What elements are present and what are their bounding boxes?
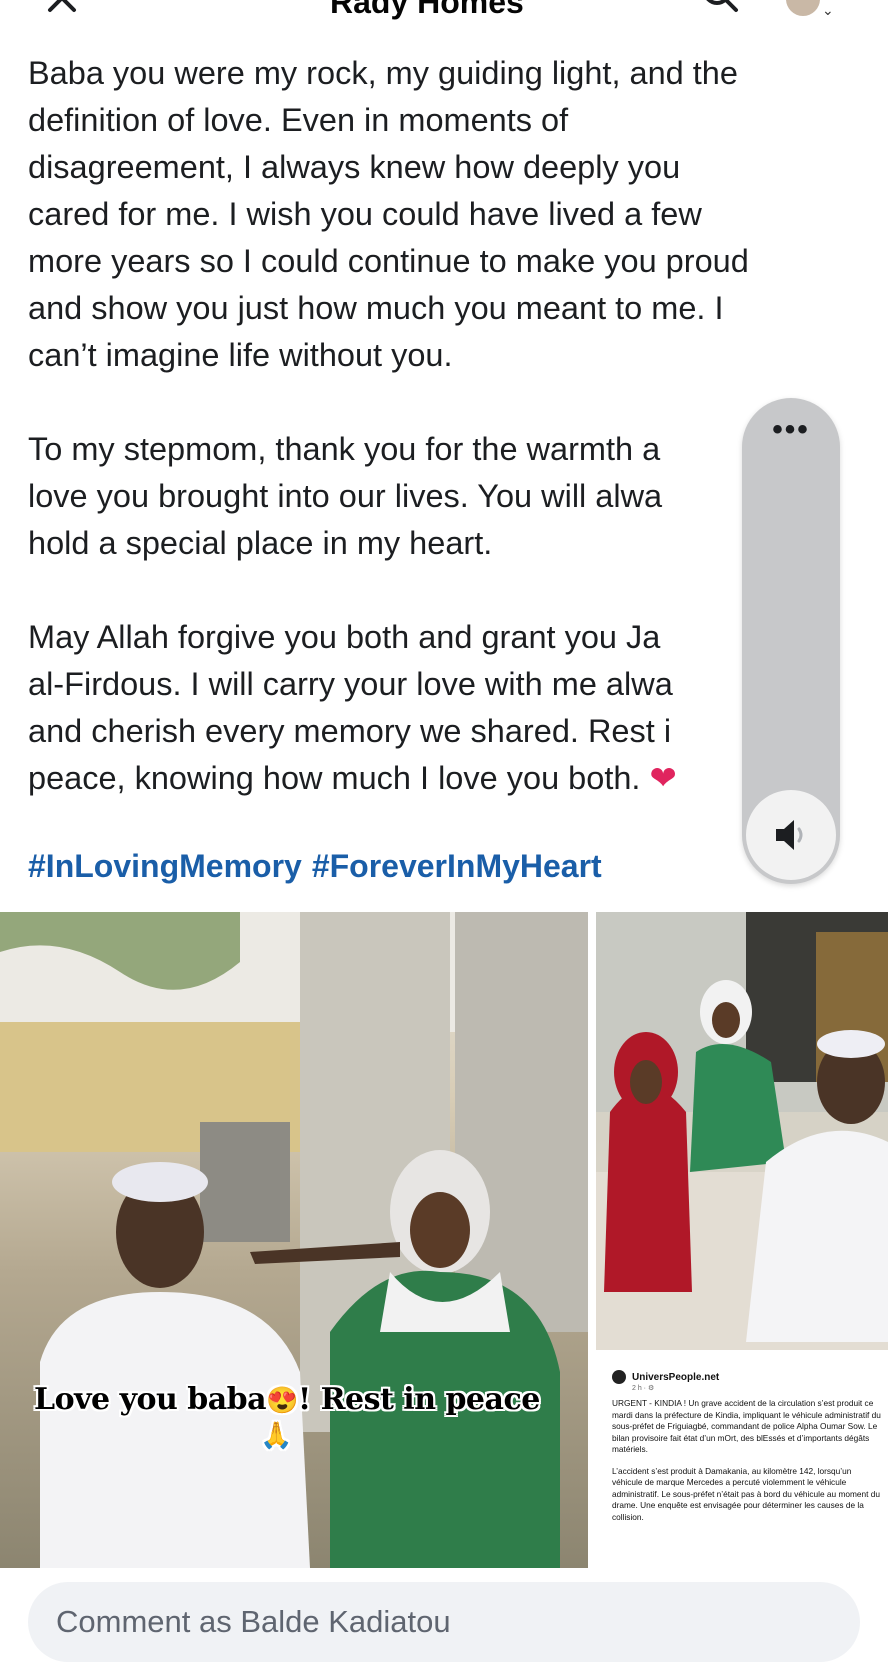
caption-text-1: Love you baba <box>34 1382 267 1417</box>
source-logo-icon <box>612 1370 626 1384</box>
article-header: UniversPeople.net <box>612 1370 719 1384</box>
article-date: 2 h · ⚙ <box>632 1385 655 1392</box>
secondary-photo[interactable] <box>596 912 888 1350</box>
hashtags: #InLovingMemory #ForeverInMyHeart <box>28 848 612 885</box>
hashtag-link[interactable]: #InLovingMemory <box>28 848 302 884</box>
search-icon[interactable] <box>700 0 740 14</box>
top-bar: Rady Homes ⌄ <box>0 0 888 28</box>
more-options-icon[interactable]: ••• <box>742 415 840 445</box>
post-media-grid: Love you baba😍! Rest in peace 🙏 UniversP… <box>0 912 888 1568</box>
speaker-icon[interactable] <box>746 790 836 880</box>
article-screenshot[interactable]: UniversPeople.net 2 h · ⚙ URGENT - KINDI… <box>596 1358 888 1568</box>
article-body: URGENT - KINDIA ! Un grave accident de l… <box>612 1398 882 1533</box>
comment-input[interactable]: Comment as Balde Kadiatou <box>28 1582 860 1662</box>
secondary-photo-illustration <box>596 912 888 1350</box>
post-paragraph-3-text: May Allah forgive you both and grant you… <box>28 619 673 796</box>
article-paragraph-1: URGENT - KINDIA ! Un grave accident de l… <box>612 1398 881 1454</box>
comment-bar: Comment as Balde Kadiatou <box>0 1568 888 1668</box>
caption-text-2: ! Rest in peace <box>297 1382 540 1417</box>
post-body: Baba you were my rock, my guiding light,… <box>28 50 858 802</box>
article-paragraph-2: L’accident s’est produit à Damakania, au… <box>612 1465 880 1522</box>
main-photo[interactable]: Love you baba😍! Rest in peace 🙏 <box>0 912 588 1568</box>
hashtag-link[interactable]: #ForeverInMyHeart <box>312 848 602 884</box>
heart-eyes-emoji: 😍 <box>266 1386 298 1416</box>
page-title: Rady Homes <box>330 0 524 20</box>
article-source: UniversPeople.net <box>632 1371 720 1383</box>
post-paragraph-2: To my stepmom, thank you for the warmth … <box>28 431 663 561</box>
praying-hands-emoji: 🙏 <box>260 1421 292 1451</box>
post-paragraph-1: Baba you were my rock, my guiding light,… <box>28 55 749 373</box>
chevron-down-icon[interactable]: ⌄ <box>822 2 834 19</box>
floating-video-panel[interactable]: ••• <box>742 398 840 884</box>
avatar[interactable] <box>786 0 820 16</box>
close-icon[interactable] <box>42 0 82 18</box>
photo-caption: Love you baba😍! Rest in peace 🙏 <box>34 1382 540 1452</box>
comment-placeholder: Comment as Balde Kadiatou <box>56 1604 451 1639</box>
post-paragraph-3: May Allah forgive you both and grant you… <box>28 614 858 802</box>
heart-emoji: ❤ <box>649 760 677 796</box>
main-photo-illustration <box>0 912 588 1568</box>
